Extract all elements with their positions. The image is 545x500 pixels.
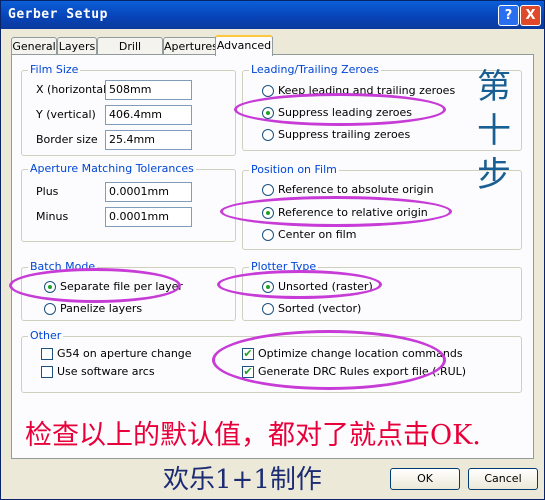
plus-field[interactable]: 0.0001mm — [105, 182, 192, 202]
title-bar[interactable]: Gerber Setup ? X — [1, 1, 544, 29]
y-vertical-label: Y (vertical) — [36, 108, 96, 121]
keep-zeroes-label[interactable]: Keep leading and trailing zeroes — [278, 84, 455, 97]
unsorted-raster-radio[interactable] — [262, 281, 274, 293]
tab-layers[interactable]: Layers — [57, 37, 97, 54]
drc-rules-label[interactable]: Generate DRC Rules export file (.RUL) — [258, 365, 466, 378]
other-title: Other — [28, 329, 64, 342]
x-horizontal-field[interactable]: 508mm — [105, 80, 192, 100]
g54-label[interactable]: G54 on aperture change — [57, 347, 192, 360]
aperture-tolerances-group: Aperture Matching Tolerances Plus 0.0001… — [21, 162, 236, 242]
software-arcs-checkbox[interactable] — [41, 366, 53, 378]
cancel-button[interactable]: Cancel — [468, 468, 538, 490]
tab-drill-drawing[interactable]: Drill Drawing — [97, 37, 163, 66]
window-title: Gerber Setup — [8, 7, 108, 22]
plotter-type-title: Plotter Type — [249, 260, 319, 273]
plotter-type-group: Plotter Type Unsorted (raster) Sorted (v… — [242, 260, 522, 321]
advanced-tab-panel: Film Size X (horizontal) 508mm Y (vertic… — [9, 54, 534, 459]
other-group: Other G54 on aperture change Use softwar… — [21, 329, 522, 393]
minus-field[interactable]: 0.0001mm — [105, 207, 192, 227]
batch-mode-title: Batch Mode — [28, 260, 98, 273]
keep-zeroes-radio[interactable] — [262, 85, 274, 97]
tab-general[interactable]: General — [11, 37, 57, 54]
plus-label: Plus — [36, 185, 59, 198]
absolute-origin-radio[interactable] — [262, 184, 274, 196]
relative-origin-label[interactable]: Reference to relative origin — [278, 206, 428, 219]
center-on-film-radio[interactable] — [262, 229, 274, 241]
sorted-vector-radio[interactable] — [262, 303, 274, 315]
zeroes-title: Leading/Trailing Zeroes — [249, 63, 381, 76]
g54-checkbox[interactable] — [41, 348, 53, 360]
close-button[interactable]: X — [520, 5, 541, 26]
film-size-title: Film Size — [28, 63, 81, 76]
minus-label: Minus — [36, 210, 69, 223]
optimize-commands-label[interactable]: Optimize change location commands — [258, 347, 463, 360]
gerber-setup-dialog: Gerber Setup ? X General Layers Drill Dr… — [0, 0, 545, 500]
border-size-label: Border size — [36, 133, 98, 146]
suppress-trailing-label[interactable]: Suppress trailing zeroes — [278, 128, 410, 141]
annotation-char-1: 第 — [477, 67, 511, 107]
annotation-char-2: 十 — [477, 111, 511, 151]
center-on-film-label[interactable]: Center on film — [278, 228, 356, 241]
annotation-note: 检查以上的默认值，都对了就点击OK. — [25, 420, 481, 451]
absolute-origin-label[interactable]: Reference to absolute origin — [278, 183, 434, 196]
film-size-group: Film Size X (horizontal) 508mm Y (vertic… — [21, 63, 236, 156]
suppress-trailing-radio[interactable] — [262, 129, 274, 141]
drc-rules-checkbox[interactable]: ✔ — [242, 366, 254, 378]
border-size-field[interactable]: 25.4mm — [105, 130, 192, 150]
sorted-vector-label[interactable]: Sorted (vector) — [278, 302, 361, 315]
help-button[interactable]: ? — [498, 5, 519, 26]
suppress-leading-label[interactable]: Suppress leading zeroes — [278, 106, 412, 119]
separate-file-label[interactable]: Separate file per layer — [60, 280, 183, 293]
suppress-leading-radio[interactable] — [262, 107, 274, 119]
annotation-vertical-text: 第 十 步 — [474, 65, 514, 197]
ok-button[interactable]: OK — [390, 468, 460, 490]
optimize-commands-checkbox[interactable]: ✔ — [242, 348, 254, 360]
annotation-credit: 欢乐1+1制作 — [163, 465, 322, 495]
batch-mode-group: Batch Mode Separate file per layer Panel… — [21, 260, 236, 321]
x-horizontal-label: X (horizontal) — [36, 83, 111, 96]
panelize-layers-radio[interactable] — [44, 303, 56, 315]
tab-apertures[interactable]: Apertures — [163, 37, 218, 54]
aperture-tolerances-title: Aperture Matching Tolerances — [28, 162, 196, 175]
relative-origin-radio[interactable] — [262, 207, 274, 219]
panelize-layers-label[interactable]: Panelize layers — [60, 302, 142, 315]
separate-file-radio[interactable] — [44, 281, 56, 293]
tab-advanced[interactable]: Advanced — [215, 35, 273, 56]
unsorted-raster-label[interactable]: Unsorted (raster) — [278, 280, 373, 293]
annotation-char-3: 步 — [477, 155, 511, 195]
y-vertical-field[interactable]: 406.4mm — [105, 105, 192, 125]
position-on-film-title: Position on Film — [249, 163, 339, 176]
software-arcs-label[interactable]: Use software arcs — [57, 365, 155, 378]
